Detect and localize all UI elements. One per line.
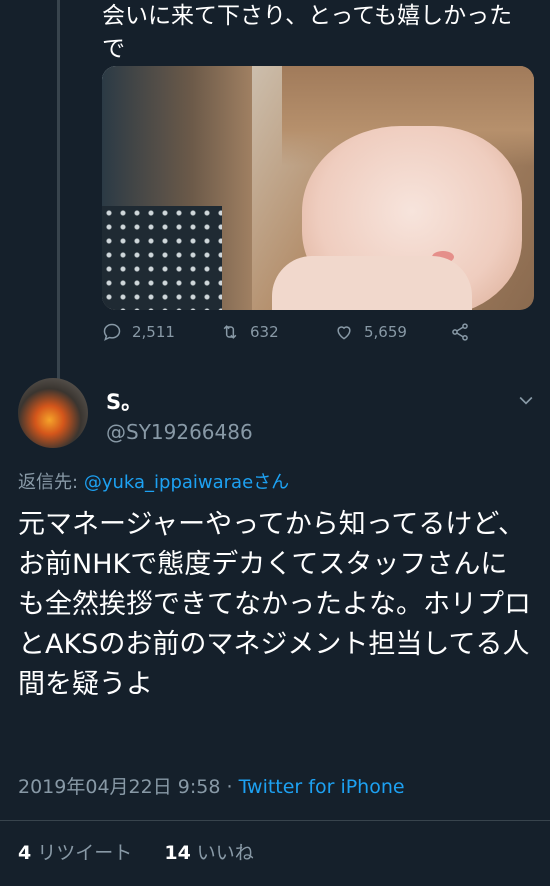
retweet-icon xyxy=(223,325,237,339)
retweet-stat-count: 4 xyxy=(18,842,32,864)
share-icon xyxy=(452,323,468,341)
retweet-stat-label: リツイート xyxy=(37,842,133,864)
retweet-stat[interactable]: 4 リツイート xyxy=(18,842,132,864)
like-stat[interactable]: 14 いいね xyxy=(164,842,253,864)
avatar[interactable] xyxy=(18,378,88,448)
user-handle[interactable]: @SY19266486 xyxy=(106,420,253,444)
share-button[interactable] xyxy=(450,322,470,342)
reply-prefix: 返信先: xyxy=(18,472,79,493)
source-link[interactable]: Twitter for iPhone xyxy=(239,776,405,798)
more-options-button[interactable] xyxy=(516,390,536,410)
parent-tweet-actions: 2,511 632 5,659 xyxy=(102,322,542,352)
parent-tweet-line1: 会いに来て下さり、とっても嬉しかったで xyxy=(102,3,513,62)
like-button[interactable]: 5,659 xyxy=(334,322,407,342)
like-count: 5,659 xyxy=(364,323,407,341)
chevron-down-icon xyxy=(519,396,533,405)
retweet-count: 632 xyxy=(250,323,279,341)
like-stat-count: 14 xyxy=(164,842,191,864)
reply-button[interactable]: 2,511 xyxy=(102,322,175,342)
reply-context: 返信先: @yuka_ippaiwaraeさん xyxy=(18,468,289,494)
reply-count: 2,511 xyxy=(132,323,175,341)
tweet-meta: 2019年04月22日 9:58 · Twitter for iPhone xyxy=(18,772,405,799)
retweet-button[interactable]: 632 xyxy=(220,322,279,342)
like-stat-label: いいね xyxy=(196,842,254,864)
timestamp[interactable]: 2019年04月22日 9:58 xyxy=(18,776,220,798)
stats-divider xyxy=(0,820,550,821)
tweet-photo[interactable] xyxy=(102,66,534,310)
display-name[interactable]: S。 xyxy=(106,386,142,416)
reply-mention-link[interactable]: @yuka_ippaiwaraeさん xyxy=(84,472,289,493)
tweet-body: 元マネージャーやってから知ってるけど、お前NHKで態度デカくてスタッフさんにも全… xyxy=(18,509,531,700)
tweet-stats: 4 リツイート 14 いいね xyxy=(18,838,254,865)
heart-icon xyxy=(337,326,351,340)
thread-line xyxy=(57,0,60,380)
meta-separator: · xyxy=(226,776,233,798)
reply-icon xyxy=(103,323,121,341)
